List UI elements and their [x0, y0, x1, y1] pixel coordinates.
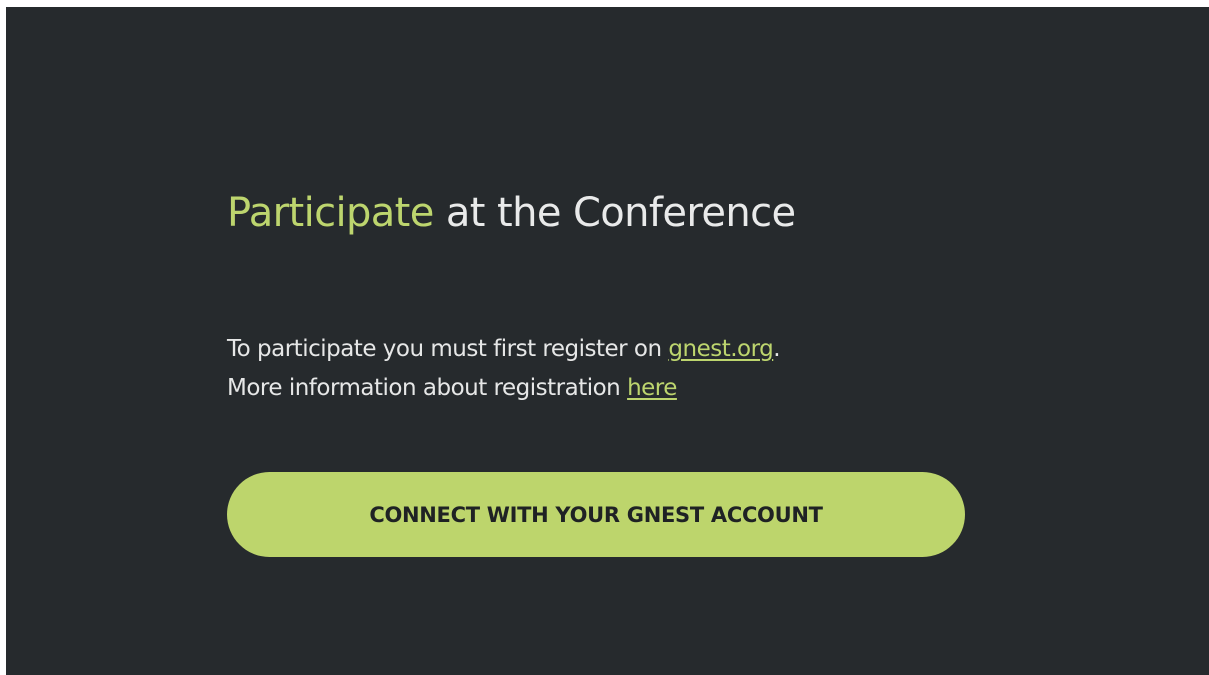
- registration-info-link[interactable]: here: [627, 375, 677, 401]
- more-info-text: More information about registration: [227, 375, 628, 401]
- registration-info-line-1: To participate you must first register o…: [227, 330, 781, 369]
- register-text-period: .: [773, 336, 781, 362]
- participate-panel: Participate at the Conference To partici…: [6, 7, 1209, 675]
- registration-info: To participate you must first register o…: [227, 330, 781, 408]
- register-text: To participate you must first register o…: [227, 336, 669, 362]
- gnest-org-link[interactable]: gnest.org: [668, 336, 773, 362]
- page-title: Participate at the Conference: [227, 187, 796, 239]
- title-accent-word: Participate: [227, 190, 434, 236]
- registration-info-line-2: More information about registration here: [227, 369, 780, 408]
- title-rest: at the Conference: [433, 190, 796, 236]
- connect-gnest-account-button[interactable]: CONNECT WITH YOUR GNEST ACCOUNT: [227, 472, 965, 557]
